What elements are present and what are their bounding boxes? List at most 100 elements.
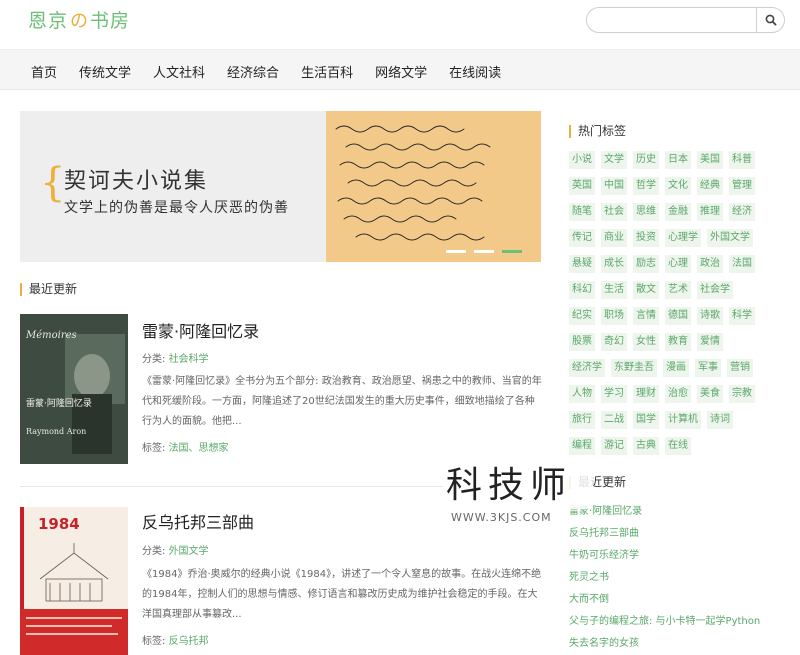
book-title[interactable]: 反乌托邦三部曲	[142, 509, 254, 533]
tag-item[interactable]: 军事	[695, 359, 721, 377]
tag-item[interactable]: 商业	[601, 229, 627, 247]
tag-item[interactable]: 女性	[633, 333, 659, 351]
tag-item[interactable]: 国学	[633, 411, 659, 429]
tag-item[interactable]: 股票	[569, 333, 595, 351]
tag-item[interactable]: 心理	[665, 255, 691, 273]
banner-dot-2[interactable]	[474, 250, 494, 253]
book-category: 分类: 外国文学	[142, 542, 209, 557]
tag-item[interactable]: 理财	[633, 385, 659, 403]
latest-section-title: 最近更新	[20, 283, 77, 296]
tag-item[interactable]: 编程	[569, 437, 595, 455]
tag-item[interactable]: 生活	[601, 281, 627, 299]
tag-item[interactable]: 投资	[633, 229, 659, 247]
tag-item[interactable]: 营销	[727, 359, 753, 377]
tag-item[interactable]: 宗教	[729, 385, 755, 403]
recent-item[interactable]: 反乌托邦三部曲	[569, 523, 760, 545]
hero-banner[interactable]: { 契诃夫小说集 文学上的伪善是最令人厌恶的伪善	[20, 111, 541, 262]
book-tags-links[interactable]: 法国、思想家	[169, 443, 229, 454]
tag-item[interactable]: 经济学	[569, 359, 605, 377]
tag-item[interactable]: 哲学	[633, 177, 659, 195]
site-logo[interactable]: 恩京 の 书房	[28, 6, 130, 33]
tag-item[interactable]: 爱情	[697, 333, 723, 351]
tag-item[interactable]: 悬疑	[569, 255, 595, 273]
tag-item[interactable]: 经典	[697, 177, 723, 195]
tag-item[interactable]: 诗歌	[697, 307, 723, 325]
tag-item[interactable]: 推理	[697, 203, 723, 221]
tag-item[interactable]: 治愈	[665, 385, 691, 403]
book-cover[interactable]: Mémoires 雷蒙·阿隆回忆录 Raymond Aron	[20, 314, 128, 464]
tag-item[interactable]: 科学	[729, 307, 755, 325]
tag-item[interactable]: 经济	[729, 203, 755, 221]
nav-item-economics[interactable]: 经济综合	[227, 62, 279, 81]
tag-item[interactable]: 文学	[601, 151, 627, 169]
recent-item[interactable]: 父与子的编程之旅: 与小卡特一起学Python	[569, 611, 760, 633]
tag-item[interactable]: 德国	[665, 307, 691, 325]
tag-item[interactable]: 诗词	[707, 411, 733, 429]
tag-item[interactable]: 金融	[665, 203, 691, 221]
tag-item[interactable]: 纪实	[569, 307, 595, 325]
tag-item[interactable]: 法国	[729, 255, 755, 273]
tag-item[interactable]: 计算机	[665, 411, 701, 429]
tag-item[interactable]: 历史	[633, 151, 659, 169]
banner-dot-3[interactable]	[502, 250, 522, 253]
recent-item[interactable]: 雷蒙·阿隆回忆录	[569, 501, 760, 523]
tag-item[interactable]: 旅行	[569, 411, 595, 429]
tag-item[interactable]: 东野圭吾	[611, 359, 657, 377]
tag-item[interactable]: 艺术	[665, 281, 691, 299]
tag-item[interactable]: 政治	[697, 255, 723, 273]
banner-dot-1[interactable]	[446, 250, 466, 253]
tag-item[interactable]: 外国文学	[707, 229, 753, 247]
tag-item[interactable]: 成长	[601, 255, 627, 273]
book-category-label: 分类:	[142, 546, 169, 557]
tag-item[interactable]: 科幻	[569, 281, 595, 299]
book-description: 《1984》乔治·奥威尔的经典小说《1984》，讲述了一个令人窒息的故事。在战火…	[142, 569, 542, 620]
tag-item[interactable]: 在线	[665, 437, 691, 455]
tag-item[interactable]: 二战	[601, 411, 627, 429]
nav-item-web-literature[interactable]: 网络文学	[375, 62, 427, 81]
tag-item[interactable]: 学习	[601, 385, 627, 403]
tag-item[interactable]: 社会	[601, 203, 627, 221]
tag-item[interactable]: 游记	[601, 437, 627, 455]
recent-item[interactable]: 牛奶可乐经济学	[569, 545, 760, 567]
tag-item[interactable]: 教育	[665, 333, 691, 351]
tag-item[interactable]: 言情	[633, 307, 659, 325]
nav-item-online-reading[interactable]: 在线阅读	[449, 62, 501, 81]
book-cover[interactable]: 1984	[20, 507, 128, 655]
recent-item[interactable]: 大而不倒	[569, 589, 760, 611]
recent-item[interactable]: 死灵之书	[569, 567, 760, 589]
tag-item[interactable]: 心理学	[665, 229, 701, 247]
search-input[interactable]	[599, 12, 749, 30]
tag-item[interactable]: 奇幻	[601, 333, 627, 351]
tag-item[interactable]: 管理	[729, 177, 755, 195]
tag-item[interactable]: 中国	[601, 177, 627, 195]
cover-title-text: Mémoires	[25, 330, 77, 341]
tag-item[interactable]: 社会学	[697, 281, 733, 299]
search-button[interactable]	[756, 8, 784, 32]
tag-item[interactable]: 散文	[633, 281, 659, 299]
tag-item[interactable]: 古典	[633, 437, 659, 455]
nav-item-lifestyle[interactable]: 生活百科	[301, 62, 353, 81]
tag-item[interactable]: 美国	[697, 151, 723, 169]
tag-item[interactable]: 漫画	[663, 359, 689, 377]
tag-item[interactable]: 职场	[601, 307, 627, 325]
recent-item[interactable]: 失去名字的女孩	[569, 633, 760, 655]
tag-item[interactable]: 传记	[569, 229, 595, 247]
book-category-label: 分类:	[142, 354, 169, 365]
tag-item[interactable]: 英国	[569, 177, 595, 195]
book-tags-links[interactable]: 反乌托邦	[169, 636, 209, 647]
tag-item[interactable]: 日本	[665, 151, 691, 169]
book-title[interactable]: 雷蒙·阿隆回忆录	[142, 318, 259, 342]
nav-item-traditional-literature[interactable]: 传统文学	[79, 62, 131, 81]
tag-item[interactable]: 随笔	[569, 203, 595, 221]
tag-item[interactable]: 小说	[569, 151, 595, 169]
book-category-link[interactable]: 外国文学	[169, 546, 209, 557]
tag-item[interactable]: 科普	[729, 151, 755, 169]
tag-item[interactable]: 人物	[569, 385, 595, 403]
tag-item[interactable]: 美食	[697, 385, 723, 403]
nav-item-humanities[interactable]: 人文社科	[153, 62, 205, 81]
tag-item[interactable]: 思维	[633, 203, 659, 221]
tag-item[interactable]: 文化	[665, 177, 691, 195]
nav-item-home[interactable]: 首页	[31, 62, 57, 81]
book-category-link[interactable]: 社会科学	[169, 354, 209, 365]
tag-item[interactable]: 励志	[633, 255, 659, 273]
